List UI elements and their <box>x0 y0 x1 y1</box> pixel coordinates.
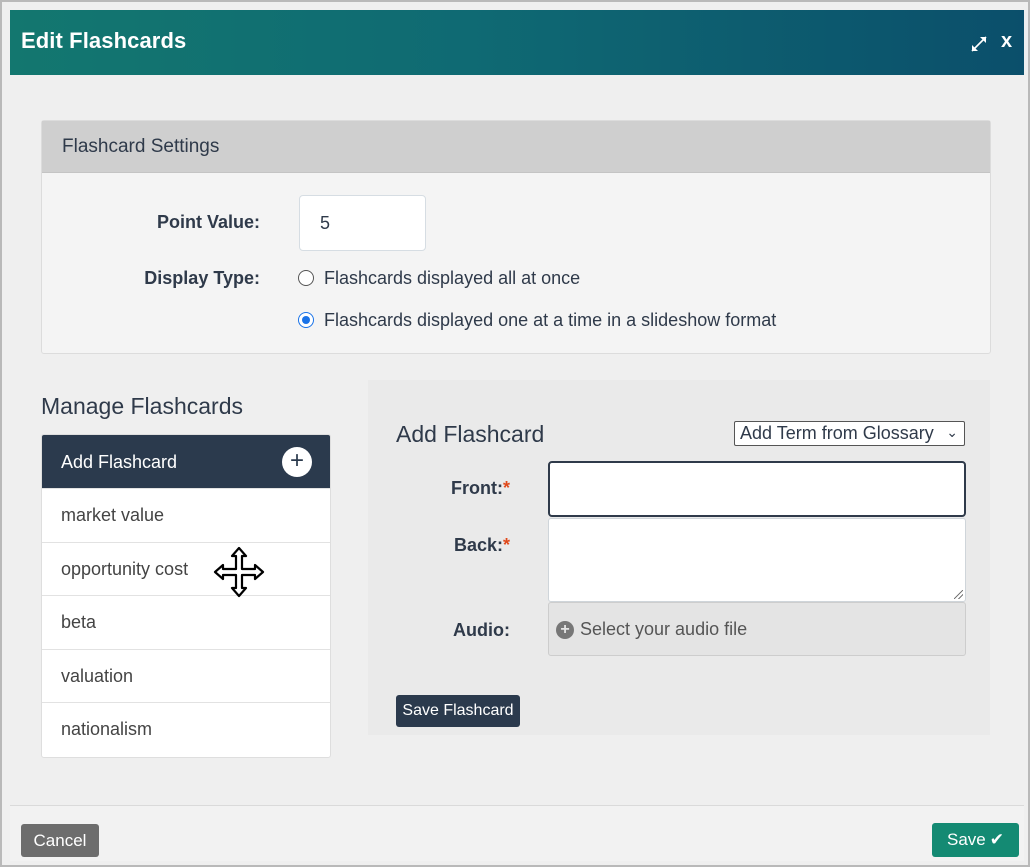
glossary-term-select[interactable]: Add Term from Glossary ⌄ <box>734 421 965 446</box>
point-value-input[interactable]: 5 <box>299 195 426 251</box>
point-value-label: Point Value: <box>156 212 260 232</box>
front-input[interactable] <box>548 461 966 517</box>
resize-grip-icon[interactable] <box>954 590 963 599</box>
dialog-body: Flashcard Settings Point Value: 5 Displa… <box>10 75 1024 805</box>
save-button[interactable]: Save ✔ <box>932 823 1019 857</box>
add-flashcard-label: Add Flashcard <box>61 452 178 472</box>
back-label: Back:* <box>453 535 510 555</box>
cancel-button[interactable]: Cancel <box>21 824 99 857</box>
list-item[interactable]: opportunity cost <box>42 541 330 596</box>
list-item[interactable]: market value <box>42 488 330 542</box>
dialog-footer: Cancel Save ✔ <box>10 805 1024 861</box>
audio-label: Audio: <box>453 620 510 640</box>
display-option-label: Flashcards displayed one at a time in a … <box>324 310 777 330</box>
add-flashcard-panel: Add Flashcard Add Term from Glossary ⌄ F… <box>368 380 990 735</box>
close-button[interactable]: x <box>1001 30 1012 53</box>
move-cursor-icon <box>213 546 265 598</box>
flashcard-settings-panel: Flashcard Settings Point Value: 5 Displa… <box>41 120 991 354</box>
add-flashcard-row[interactable]: Add Flashcard + <box>42 435 330 488</box>
save-label: Save <box>947 830 986 849</box>
dialog-titlebar: Edit Flashcards x <box>10 10 1024 75</box>
display-option-slideshow[interactable]: Flashcards displayed one at a time in a … <box>298 310 776 331</box>
radio-button[interactable] <box>298 270 314 286</box>
list-item[interactable]: beta <box>42 595 330 649</box>
save-flashcard-button[interactable]: Save Flashcard <box>396 695 520 727</box>
audio-placeholder: Select your audio file <box>580 619 748 639</box>
manage-flashcards-title: Manage Flashcards <box>41 393 243 419</box>
add-circle-icon: + <box>556 621 574 639</box>
plus-circle-icon[interactable]: + <box>282 447 312 477</box>
required-asterisk: * <box>502 535 510 555</box>
chevron-down-icon: ⌄ <box>946 424 958 440</box>
checkmark-icon: ✔ <box>989 830 1004 849</box>
settings-heading: Flashcard Settings <box>42 121 990 173</box>
add-flashcard-title: Add Flashcard <box>396 421 545 447</box>
expand-arrows-icon[interactable] <box>968 33 990 55</box>
list-item[interactable]: nationalism <box>42 702 330 756</box>
list-item[interactable]: valuation <box>42 648 330 703</box>
back-textarea[interactable] <box>548 518 966 602</box>
glossary-select-value: Add Term from Glossary <box>740 423 934 443</box>
display-type-label: Display Type: <box>144 268 260 288</box>
display-option-all-at-once[interactable]: Flashcards displayed all at once <box>298 268 580 289</box>
front-label: Front:* <box>451 478 510 498</box>
required-asterisk: * <box>502 478 510 498</box>
audio-file-picker[interactable]: + Select your audio file <box>548 602 966 656</box>
edit-flashcards-dialog: Edit Flashcards x Flashcard Settings Poi… <box>0 0 1030 867</box>
display-option-label: Flashcards displayed all at once <box>324 268 581 288</box>
flashcard-list: Add Flashcard + market value opportunity… <box>41 434 331 758</box>
radio-button-selected[interactable] <box>298 312 314 328</box>
dialog-title: Edit Flashcards <box>21 28 187 53</box>
